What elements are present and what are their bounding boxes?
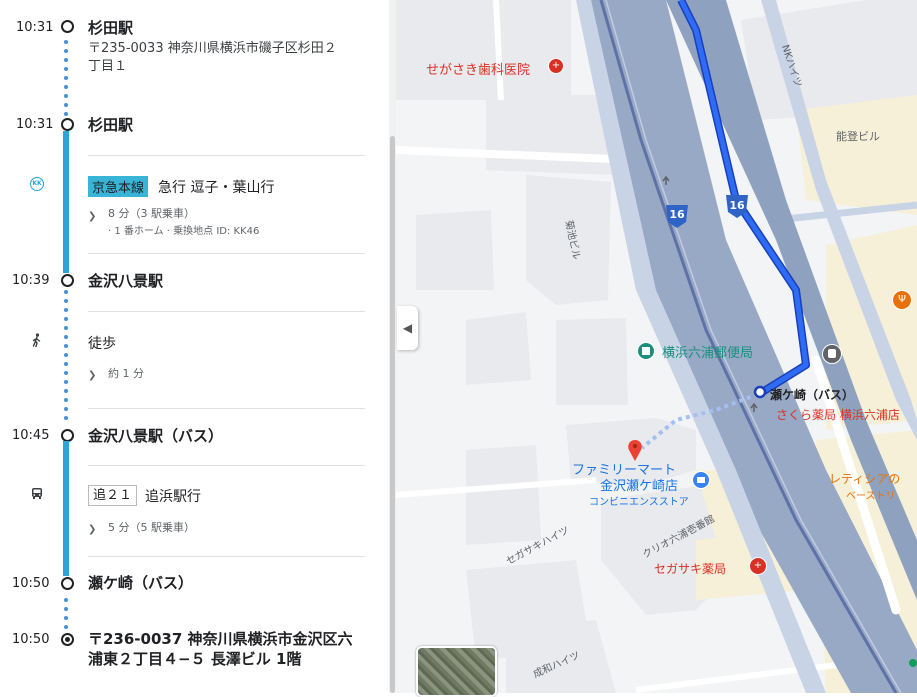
walk-dot [64,344,68,348]
arrival-time: 10:39 [12,273,50,288]
walk-dot [64,598,68,602]
divider [88,253,365,254]
walk-label: 徒歩 [88,336,116,352]
route-16-shield-b: 16 [729,199,745,212]
walk-dot [64,362,68,366]
stop-circle [61,577,74,590]
pharmacy-icon[interactable]: + [749,557,767,575]
bus-ride-duration[interactable]: 5 分（5 駅乗車） [108,519,195,535]
origin-stop-name[interactable]: 杉田駅 [88,17,133,38]
expand-chevron-icon[interactable]: ❯ [88,211,96,222]
walk-dot [64,317,68,321]
bus-segment-line [63,441,69,576]
walk-dot [64,67,68,71]
bus-stop-label[interactable]: 瀬ケ崎（バス） [770,386,854,403]
building-label: 能登ビル [836,130,880,143]
alighting-stop-name[interactable]: 瀬ケ崎（バス） [88,572,193,593]
restaurant-label[interactable]: レティシアの [829,470,900,487]
boarding-time: 10:31 [16,117,54,132]
origin-address-line1: 〒235-0033 神奈川県横浜市磯子区杉田２ [88,41,337,56]
rail-segment-line [63,131,69,273]
restaurant-icon[interactable]: Ψ [892,290,912,310]
directions-panel: 10:31 杉田駅 〒235-0033 神奈川県横浜市磯子区杉田２ 丁目１ 10… [0,0,389,693]
divider [88,155,365,156]
walk-dot [64,625,68,629]
destination-icon [61,633,74,646]
keikyu-line-icon: KK [30,177,44,191]
restaurant-category-label: ベーストリ [846,491,896,502]
walk-dot [64,389,68,393]
convenience-category-label: コンビニエンスストア [589,497,689,508]
walk-dot [64,380,68,384]
stop-circle [61,274,74,287]
walk-dot [64,353,68,357]
pharmacy-label[interactable]: セガサキ薬局 [654,560,726,577]
ride-duration[interactable]: 8 分（3 駅乗車） [108,205,195,221]
convenience-store-icon[interactable] [692,471,710,489]
walk-dot [64,407,68,411]
pharmacy-label[interactable]: さくら薬局 横浜六浦店 [776,406,900,423]
map-view[interactable]: 16 16 + + Ψ せがさき歯科医院 NKハイツ 能登ビル 菊池ビル 横浜六… [396,0,917,693]
walk-dot [64,85,68,89]
walk-dot [64,326,68,330]
bus-departure-time: 10:45 [12,428,50,443]
walk-dot [64,40,68,44]
divider [88,408,365,409]
walk-dot [64,607,68,611]
stop-circle [61,20,74,33]
walk-dot [64,103,68,107]
walk-dot [64,94,68,98]
expand-chevron-icon[interactable]: ❯ [88,370,96,381]
walk-dot [64,112,68,116]
post-office-label[interactable]: 横浜六浦郵便局 [662,342,753,361]
post-office-icon[interactable] [637,342,655,360]
destination-arrival-time: 10:50 [12,632,50,647]
destination-address-line2[interactable]: 浦東２丁目４−５ 長澤ビル 1階 [88,648,301,669]
line-badge: 京急本線 [88,176,149,197]
chevron-left-icon: ◀ [402,321,413,335]
walking-icon [32,333,41,347]
transfer-stop-name[interactable]: 金沢八景駅 [88,270,163,291]
walk-dot [64,308,68,312]
bus-stop-icon[interactable] [822,344,842,364]
familymart-branch-label[interactable]: 金沢瀬ケ崎店 [600,475,678,494]
destination-address-line1[interactable]: 〒236-0037 神奈川県横浜市金沢区六 [88,628,353,649]
walk-dot [64,58,68,62]
stop-circle [61,118,74,131]
walk-dot [64,76,68,80]
walk-dot [64,371,68,375]
satellite-thumbnail [418,648,495,695]
walk-dot [64,616,68,620]
collapse-panel-button[interactable]: ◀ [397,306,418,350]
walk-dot [64,335,68,339]
departure-time: 10:31 [16,20,54,35]
walk-dot [64,416,68,420]
train-service: 急行 逗子・葉山行 [158,180,275,196]
walk-dot [64,299,68,303]
bus-service: 追浜駅行 [145,489,201,505]
divider [88,556,365,557]
walk-dot [64,290,68,294]
park-icon [909,659,917,667]
platform-note: · 1 番ホーム · 乗換地点 ID: KK46 [108,226,260,237]
walk-dot [64,49,68,53]
bus-arrival-time: 10:50 [12,576,50,591]
dental-clinic-label[interactable]: せがさき歯科医院 [426,59,530,78]
boarding-stop-name[interactable]: 杉田駅 [88,114,133,135]
route-16-shield-a: 16 [669,208,685,221]
bus-route-badge: 追２１ [88,485,138,506]
divider [88,311,365,312]
panel-scrollbar[interactable] [389,0,396,693]
walk-duration[interactable]: 約 1 分 [108,365,144,381]
expand-chevron-icon[interactable]: ❯ [88,524,96,535]
satellite-layer-button[interactable] [416,646,497,697]
scrollbar-thumb[interactable] [390,136,395,693]
divider [88,465,365,466]
bus-icon [32,488,42,499]
dental-clinic-icon[interactable]: + [548,58,564,74]
origin-address-line2: 丁目１ [88,59,128,74]
walk-dot [64,398,68,402]
bus-stop-name[interactable]: 金沢八景駅（バス） [88,425,223,446]
